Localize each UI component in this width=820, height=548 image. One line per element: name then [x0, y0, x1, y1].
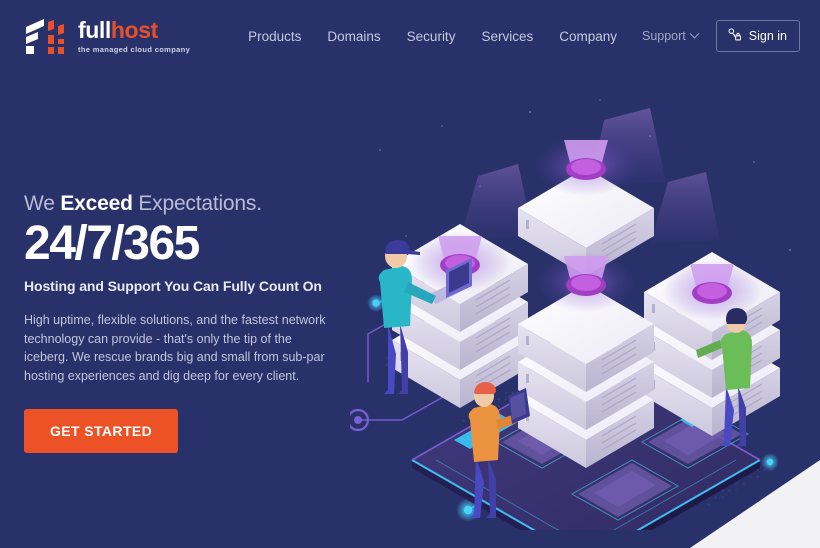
nav-item-services[interactable]: Services — [481, 29, 533, 44]
logo-word-full: full — [78, 16, 111, 43]
hero-headline: 24/7/365 — [24, 217, 200, 271]
support-menu[interactable]: Support — [641, 28, 700, 43]
header-actions: Support Sign in — [642, 20, 800, 52]
hero-kicker-post: Expectations. — [132, 192, 262, 215]
logo-tagline: the managed cloud company — [78, 44, 191, 54]
logo[interactable]: fullhost the managed cloud company — [22, 16, 190, 56]
support-label: Support — [641, 29, 686, 43]
hero-page: fullhost the managed cloud company Produ… — [0, 0, 820, 548]
hero-paragraph: High uptime, flexible solutions, and the… — [24, 313, 326, 383]
logo-word-host: host — [110, 16, 158, 43]
sign-in-label: Sign in — [748, 29, 787, 43]
nav-item-company[interactable]: Company — [559, 29, 617, 44]
nav-item-domains[interactable]: Domains — [327, 29, 380, 44]
nav-item-products[interactable]: Products — [248, 29, 301, 44]
hero-kicker-bold: Exceed — [60, 192, 133, 215]
hero-kicker: We Exceed Expectations. — [24, 192, 354, 215]
isometric-datacenter-illustration — [350, 90, 820, 530]
hero-content: We Exceed Expectations. 24/7/365 Hosting… — [24, 192, 354, 454]
hero-kicker-pre: We — [24, 192, 61, 215]
hero-subheadline: Hosting and Support You Can Fully Count … — [24, 278, 322, 295]
sign-in-button[interactable]: Sign in — [715, 20, 800, 52]
main-nav: Products Domains Security Services Compa… — [248, 29, 617, 44]
site-header: fullhost the managed cloud company Produ… — [0, 0, 820, 72]
nav-item-security[interactable]: Security — [407, 29, 456, 44]
fullhost-logo-icon — [22, 18, 70, 54]
get-started-button[interactable]: GET STARTED — [24, 409, 179, 454]
chevron-down-icon — [689, 28, 700, 39]
logo-text: fullhost the managed cloud company — [78, 16, 191, 54]
key-lock-icon — [727, 27, 742, 45]
